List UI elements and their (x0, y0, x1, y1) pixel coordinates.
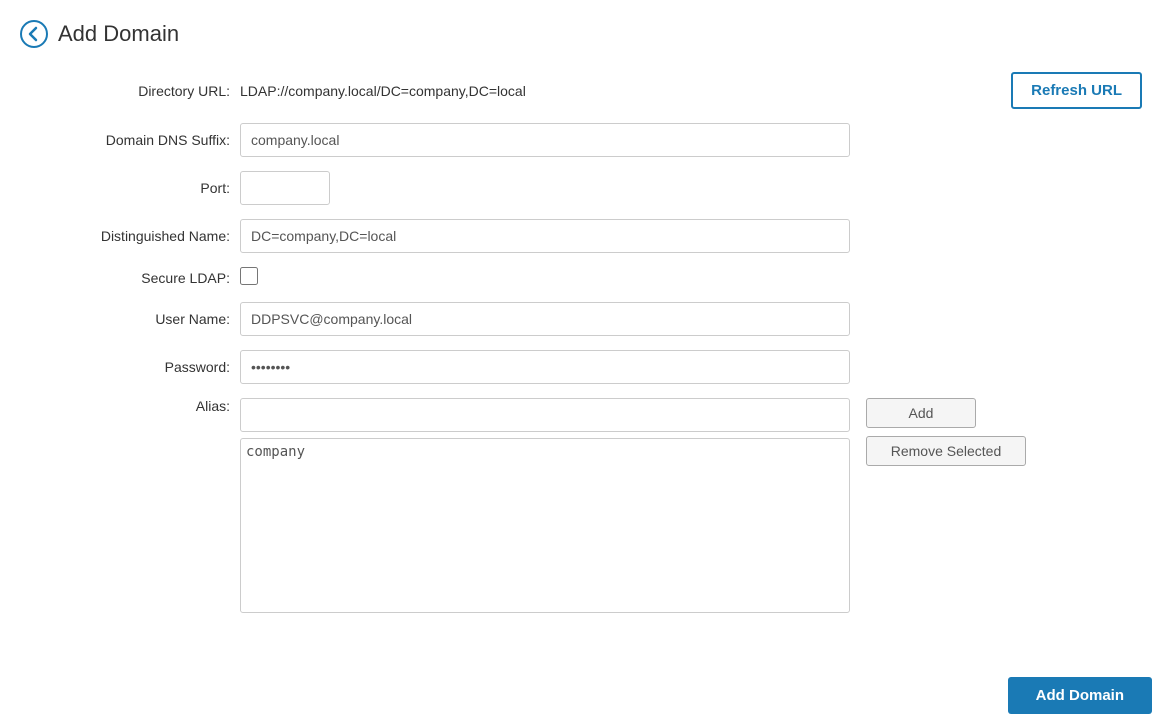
port-field (240, 171, 850, 205)
page-title-row: Add Domain (20, 20, 1142, 48)
alias-input[interactable] (240, 398, 850, 432)
directory-url-row: Directory URL: LDAP://company.local/DC=c… (20, 72, 1142, 109)
page-title: Add Domain (58, 21, 179, 47)
secure-ldap-checkbox[interactable] (240, 267, 258, 285)
user-name-field (240, 302, 850, 336)
password-row: Password: (20, 350, 1142, 384)
port-label: Port: (20, 180, 240, 196)
user-name-label: User Name: (20, 311, 240, 327)
user-name-row: User Name: (20, 302, 1142, 336)
password-field (240, 350, 850, 384)
secure-ldap-field (240, 267, 850, 288)
domain-dns-suffix-label: Domain DNS Suffix: (20, 132, 240, 148)
domain-dns-suffix-input[interactable] (240, 123, 850, 157)
alias-label: Alias: (20, 398, 240, 414)
directory-url-label: Directory URL: (20, 83, 240, 99)
add-domain-button[interactable]: Add Domain (1008, 677, 1152, 714)
distinguished-name-label: Distinguished Name: (20, 228, 240, 244)
directory-url-value: LDAP://company.local/DC=company,DC=local (240, 77, 526, 105)
domain-dns-suffix-row: Domain DNS Suffix: (20, 123, 1142, 157)
password-input[interactable] (240, 350, 850, 384)
remove-selected-button[interactable]: Remove Selected (866, 436, 1026, 466)
password-label: Password: (20, 359, 240, 375)
distinguished-name-field (240, 219, 850, 253)
secure-ldap-label: Secure LDAP: (20, 270, 240, 286)
user-name-input[interactable] (240, 302, 850, 336)
port-row: Port: (20, 171, 1142, 205)
page-container: Add Domain Directory URL: LDAP://company… (0, 0, 1172, 726)
add-domain-footer: Add Domain (0, 665, 1172, 726)
port-input[interactable] (240, 171, 330, 205)
refresh-url-button[interactable]: Refresh URL (1011, 72, 1142, 109)
secure-ldap-row: Secure LDAP: (20, 267, 1142, 288)
distinguished-name-input[interactable] (240, 219, 850, 253)
alias-listbox[interactable]: company (240, 438, 850, 613)
alias-buttons: Add Remove Selected (866, 398, 1026, 466)
alias-wrapper: company (240, 398, 850, 616)
distinguished-name-row: Distinguished Name: (20, 219, 1142, 253)
domain-dns-suffix-field (240, 123, 850, 157)
back-icon[interactable] (20, 20, 48, 48)
alias-row: Alias: company Add Remove Selected (20, 398, 1142, 616)
form-table: Directory URL: LDAP://company.local/DC=c… (20, 72, 1142, 616)
add-alias-button[interactable]: Add (866, 398, 976, 428)
